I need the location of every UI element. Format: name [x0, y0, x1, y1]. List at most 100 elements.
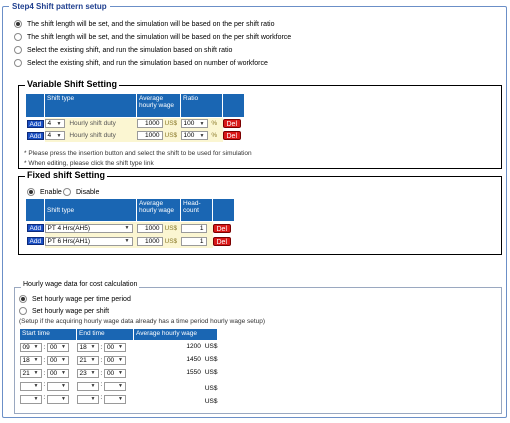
wage-input[interactable]: 1000 [136, 223, 163, 233]
fixed-enable-option[interactable]: Enable [27, 187, 62, 197]
radio-icon[interactable] [14, 46, 22, 54]
hourly-wage-input[interactable]: 1550 [138, 368, 203, 378]
chevron-down-icon: ▼ [117, 383, 123, 390]
hourly-note: (Setup if the acquiring hourly wage data… [19, 318, 266, 325]
chevron-down-icon: ▼ [33, 396, 39, 403]
hourly-per-shift-option[interactable]: Set hourly wage per shift [19, 306, 109, 316]
start-hour-select[interactable]: 18 ▼ [19, 355, 42, 365]
radio-icon[interactable] [14, 59, 22, 67]
end-minute-select[interactable]: ▼ [103, 394, 126, 404]
chevron-down-icon: ▼ [60, 344, 66, 351]
radio-icon[interactable] [19, 295, 27, 303]
chevron-down-icon: ▼ [90, 357, 96, 363]
headcount-input[interactable]: 1 [180, 236, 207, 246]
end-hour-select[interactable]: 18 ▼ [76, 342, 99, 352]
option-per-shift-workforce[interactable]: The shift length will be set, and the si… [14, 32, 291, 42]
chevron-down-icon: ▼ [117, 396, 123, 403]
delete-button[interactable]: Del [222, 131, 242, 140]
radio-icon[interactable] [14, 20, 22, 28]
start-minute-select[interactable]: ▼ [46, 381, 69, 391]
radio-icon[interactable] [63, 188, 71, 196]
ratio-select[interactable]: 100 ▼ [180, 131, 208, 140]
fixed-disable-option[interactable]: Disable [63, 187, 99, 197]
option-per-shift-ratio[interactable]: The shift length will be set, and the si… [14, 19, 274, 29]
start-minute-select[interactable]: 00 ▼ [46, 355, 69, 365]
end-minute-select[interactable]: ▼ [103, 381, 126, 391]
col-end-time: End time [76, 328, 134, 341]
chevron-down-icon: ▼ [117, 370, 123, 376]
option-existing-ratio[interactable]: Select the existing shift, and run the s… [14, 45, 232, 55]
end-minute-select[interactable]: 00 ▼ [103, 355, 126, 365]
hourly-wage-input[interactable]: 1450 [138, 355, 203, 365]
end-hour-select[interactable]: 23 ▼ [76, 368, 99, 378]
headcount-input[interactable]: 1 [180, 223, 207, 233]
variable-note-2: * When editing, please click the shift t… [24, 160, 154, 167]
radio-icon[interactable] [19, 307, 27, 315]
hourly-wage-table: Start time End time Average hourly wage … [19, 328, 218, 406]
chevron-down-icon: ▼ [33, 383, 39, 390]
radio-icon[interactable] [27, 188, 35, 196]
chevron-down-icon: ▼ [56, 120, 62, 127]
shift-length-select[interactable]: 4 ▼ [44, 119, 65, 129]
hourly-per-time-option[interactable]: Set hourly wage per time period [19, 294, 131, 304]
add-button[interactable]: Add [26, 119, 45, 128]
table-row: ▼ : ▼ ▼ : ▼ US$ [19, 380, 218, 393]
delete-button[interactable]: Del [222, 119, 242, 129]
shift-duty-link[interactable]: Hourly shift duty [69, 120, 116, 127]
wage-input[interactable]: 1000 [136, 236, 163, 246]
hourly-wage-input[interactable]: 1200 [138, 342, 203, 352]
delete-button[interactable]: Del [212, 223, 232, 233]
shift-select[interactable]: PT 6 Hrs(AH1) ▼ [44, 236, 133, 246]
chevron-down-icon: ▼ [60, 357, 66, 363]
hourly-wage-input[interactable] [138, 393, 203, 403]
start-hour-select[interactable]: 09 ▼ [19, 342, 42, 352]
option-label: The shift length will be set, and the si… [27, 20, 275, 28]
hourly-wage-input[interactable] [138, 380, 203, 390]
table-row: 09 ▼ : 00 ▼ 18 ▼ : 00 ▼ 1200 US$ [19, 341, 218, 354]
delete-button[interactable]: Del [212, 236, 232, 246]
start-minute-select[interactable]: 00 ▼ [46, 368, 69, 378]
add-button[interactable]: Add [26, 224, 45, 233]
fixed-shift-table: Shift type Average hourly wage Head-coun… [25, 198, 235, 248]
radio-icon[interactable] [14, 33, 22, 41]
add-button[interactable]: Add [26, 131, 45, 140]
shift-duty-link[interactable]: Hourly shift duty [69, 132, 116, 139]
wage-input[interactable]: 1000 [136, 119, 163, 129]
chevron-down-icon: ▼ [199, 120, 205, 127]
chevron-down-icon: ▼ [33, 344, 39, 351]
ratio-select[interactable]: 100 ▼ [180, 119, 208, 129]
col-shift-type: Shift type [44, 198, 137, 222]
chevron-down-icon: ▼ [90, 383, 96, 390]
start-hour-select[interactable]: ▼ [19, 394, 42, 404]
end-minute-select[interactable]: 00 ▼ [103, 368, 126, 378]
table-row: 18 ▼ : 00 ▼ 21 ▼ : 00 ▼ 1450 US$ [19, 354, 218, 367]
table-row: Add PT 6 Hrs(AH1) ▼ 1000 US$ 1 Del [26, 234, 235, 248]
col-avg-wage: Average hourly wage [136, 198, 181, 222]
chevron-down-icon: ▼ [199, 132, 205, 139]
option-existing-workforce[interactable]: Select the existing shift, and run the s… [14, 58, 268, 68]
col-start-time: Start time [19, 328, 77, 341]
table-row: Add 4 ▼ Hourly shift duty 1000 US$ 100 ▼ % … [26, 117, 245, 130]
chevron-down-icon: ▼ [117, 344, 123, 351]
shift-length-select[interactable]: 4 ▼ [44, 131, 65, 140]
start-hour-select[interactable]: ▼ [19, 381, 42, 391]
table-row: Add PT 4 Hrs(AH5) ▼ 1000 US$ 1 Del [26, 221, 235, 235]
col-avg-hourly-wage: Average hourly wage [133, 328, 218, 341]
start-minute-select[interactable]: 00 ▼ [46, 342, 69, 352]
col-shift-type: Shift type [44, 93, 137, 118]
end-hour-select[interactable]: ▼ [76, 381, 99, 391]
end-hour-select[interactable]: ▼ [76, 394, 99, 404]
end-minute-select[interactable]: 00 ▼ [103, 342, 126, 352]
end-hour-select[interactable]: 21 ▼ [76, 355, 99, 365]
chevron-down-icon: ▼ [90, 344, 96, 351]
start-hour-select[interactable]: 21 ▼ [19, 368, 42, 378]
variable-shift-table: Shift type Average hourly wage Ratio Add… [25, 93, 245, 142]
shift-select[interactable]: PT 4 Hrs(AH5) ▼ [44, 223, 133, 233]
col-avg-wage: Average hourly wage [136, 93, 181, 118]
fixed-shift-title: Fixed shift Setting [25, 170, 108, 180]
add-button[interactable]: Add [26, 237, 45, 245]
chevron-down-icon: ▼ [124, 238, 130, 244]
col-ratio: Ratio [180, 93, 223, 118]
start-minute-select[interactable]: ▼ [46, 394, 69, 404]
wage-input[interactable]: 1000 [136, 131, 163, 140]
